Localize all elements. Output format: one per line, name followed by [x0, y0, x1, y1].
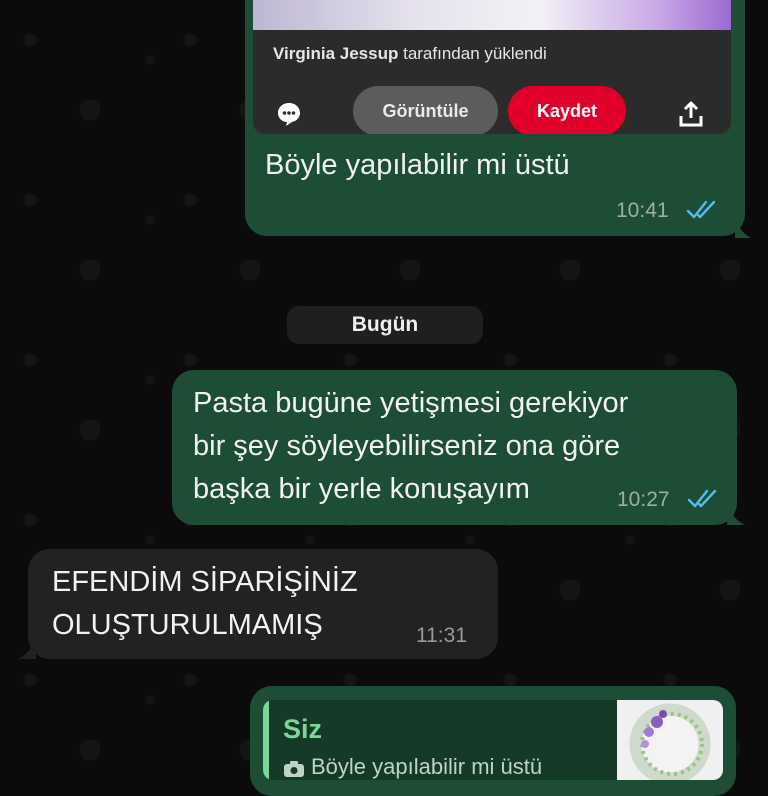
message-line: bir şey söyleyebilirseniz ona göre	[193, 430, 621, 462]
uploader-suffix: tarafından yüklendi	[403, 44, 547, 63]
message-line: EFENDİM SİPARİŞİNİZ	[52, 566, 358, 598]
quote-author: Siz	[283, 714, 323, 744]
pin-uploader: Virginia Jessup tarafından yüklendi	[273, 44, 547, 64]
message-time: 10:41	[616, 199, 669, 222]
date-separator: Bugün	[287, 306, 483, 344]
quote-accent-bar	[263, 700, 269, 780]
quote-text: Böyle yapılabilir mi üstü	[311, 754, 543, 779]
double-check-icon	[687, 489, 717, 508]
message-text: Böyle yapılabilir mi üstü	[265, 149, 570, 181]
message-line: OLUŞTURULMAMIŞ	[52, 609, 323, 641]
bubble-tail	[18, 639, 36, 659]
camera-icon	[284, 761, 304, 777]
double-check-icon	[686, 200, 716, 219]
uploader-name: Virginia Jessup	[273, 44, 399, 63]
bubble-tail	[727, 503, 745, 525]
message-time: 11:31	[416, 624, 467, 647]
share-icon[interactable]	[677, 100, 705, 128]
comment-icon[interactable]	[275, 100, 303, 128]
message-time: 10:27	[617, 488, 670, 511]
quote-thumbnail	[617, 700, 723, 780]
pinterest-link-preview[interactable]: Virginia Jessup tarafından yüklendi Görü…	[253, 0, 731, 134]
reply-quote[interactable]: Siz Böyle yapılabilir mi üstü	[263, 700, 723, 780]
bubble-tail	[735, 216, 751, 238]
message-line: Pasta bugüne yetişmesi gerekiyor	[193, 387, 629, 419]
message-line: başka bir yerle konuşayım	[193, 473, 530, 505]
save-button[interactable]: Kaydet	[508, 86, 626, 134]
cake-image	[640, 710, 704, 776]
view-button[interactable]: Görüntüle	[353, 86, 498, 134]
pin-image	[253, 0, 731, 30]
